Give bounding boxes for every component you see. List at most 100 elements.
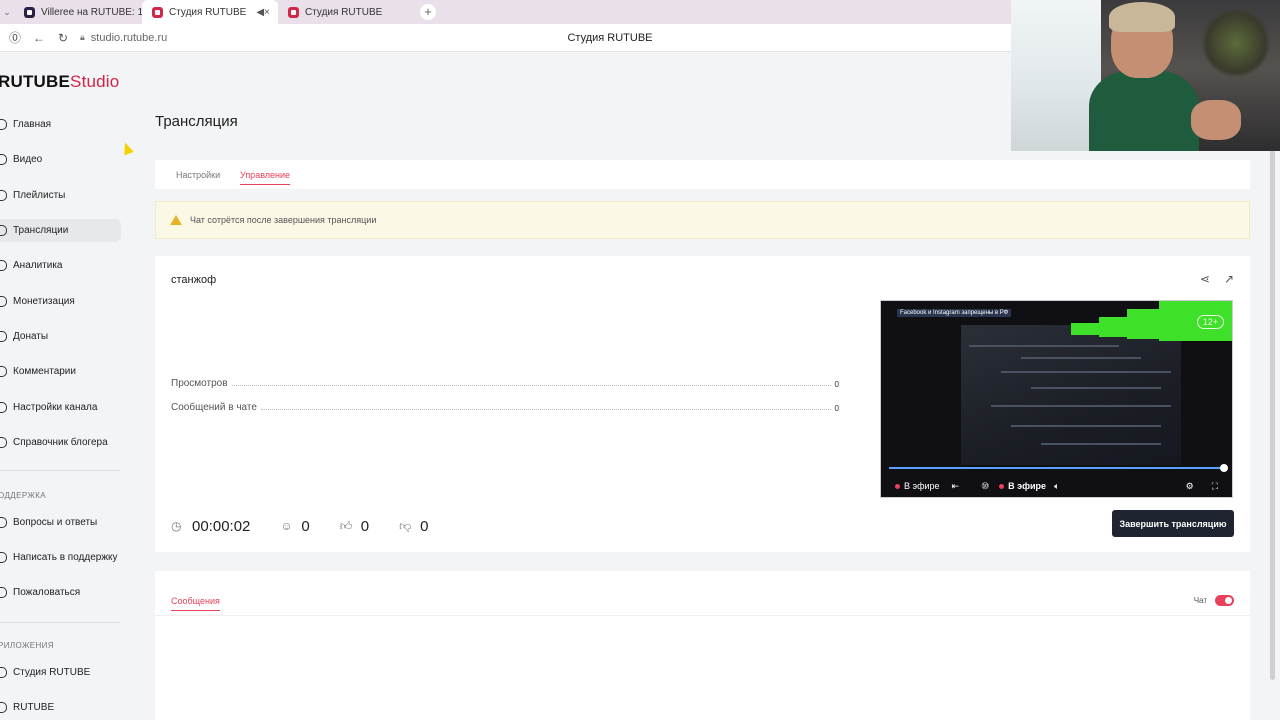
chat-warning-banner: Чат сотрётся после завершения трансляции — [155, 201, 1250, 239]
chat-toggle[interactable] — [1215, 595, 1234, 606]
open-external-icon[interactable]: ↗ — [1224, 272, 1234, 286]
metric-dislikes: 👎︎ 0 — [399, 518, 428, 535]
sidebar-item-app-rutube[interactable]: RUTUBE — [0, 696, 121, 719]
sidebar-item-video[interactable]: Видео — [0, 148, 121, 171]
browser-tab-3[interactable]: Студия RUTUBE — [278, 0, 414, 24]
broadcast-tabs: Настройки Управление — [155, 160, 1250, 189]
sidebar-item-channel-settings[interactable]: Настройки канала — [0, 396, 121, 419]
sidebar-item-label: Монетизация — [13, 296, 75, 307]
sidebar-divider — [0, 622, 120, 623]
browser-tab-3-title: Студия RUTUBE — [305, 6, 383, 18]
tab-management[interactable]: Управление — [240, 170, 291, 185]
analytics-icon — [0, 260, 7, 271]
webcam-overlay — [1011, 0, 1280, 151]
end-broadcast-button[interactable]: Завершить трансляцию — [1112, 510, 1234, 537]
donation-icon — [0, 331, 7, 342]
clock-icon: ◷ — [171, 519, 182, 533]
browser-tab-2[interactable]: Студия RUTUBE ◀× — [142, 0, 278, 24]
duration-value: 00:00:02 — [192, 518, 251, 535]
player-screen-capture — [961, 325, 1181, 465]
sidebar-item-label: Написать в поддержку — [13, 552, 118, 563]
metric-viewers: ☺ 0 — [280, 518, 309, 535]
webcam-person-arm — [1191, 100, 1241, 140]
sidebar-item-app-studio[interactable]: Студия RUTUBE — [0, 661, 121, 684]
player-controls: В эфире ⇤ ⑩ В эфире 🔈︎ ⚙ ⛶ — [881, 477, 1232, 495]
stat-dots — [231, 385, 831, 386]
support-section-label: ОДДЕРЖКА — [0, 491, 47, 500]
volume-icon[interactable]: 🔈︎ — [1054, 481, 1059, 492]
rutube-app-icon — [0, 702, 7, 713]
player-live-label-inner: В эфире — [904, 481, 940, 491]
rutube-favicon-icon — [152, 6, 163, 18]
live-dot-icon — [999, 483, 1005, 489]
sidebar-item-label: Справочник блогера — [13, 437, 108, 448]
sidebar: RUTUBEStudio Главная Видео Плейлисты Тра… — [0, 52, 132, 720]
question-icon — [0, 517, 7, 528]
chat-toggle-label: Чат — [1193, 596, 1207, 605]
stat-dots — [260, 409, 831, 410]
likes-value: 0 — [360, 518, 370, 535]
stream-card: станжоф ⋖ ↗ Просмотров 0 Сообщений в чат… — [155, 256, 1250, 552]
tab-settings[interactable]: Настройки — [176, 170, 220, 180]
sidebar-item-playlists[interactable]: Плейлисты — [0, 184, 121, 207]
tab-list-chevron-icon[interactable]: ⌄ — [0, 7, 14, 18]
chat-toggle-row: Чат — [1194, 595, 1234, 606]
sidebar-item-write-support[interactable]: Написать в поддержку — [0, 546, 121, 569]
stat-value: 0 — [834, 404, 839, 413]
stat-views: Просмотров 0 — [171, 378, 839, 389]
webcam-person-hair — [1109, 2, 1175, 32]
age-rating-badge: 12+ — [1196, 315, 1224, 329]
webcam-window-light — [1011, 0, 1101, 151]
page-scrollbar[interactable] — [1268, 150, 1280, 720]
sidebar-item-report[interactable]: Пожаловаться — [0, 581, 121, 604]
browser-tab-1[interactable]: Villeree на RUTUBE: 14 ви — [14, 0, 142, 24]
money-icon — [0, 296, 7, 307]
sidebar-item-comments[interactable]: Комментарии — [0, 360, 121, 383]
messages-card: Сообщения Чат — [155, 571, 1250, 720]
fullscreen-icon[interactable]: ⛶ — [1212, 481, 1218, 492]
tab-messages[interactable]: Сообщения — [171, 596, 220, 611]
sidebar-item-label: Студия RUTUBE — [13, 667, 91, 678]
sidebar-item-label: Вопросы и ответы — [13, 517, 98, 528]
guide-icon — [0, 437, 7, 448]
green-screen-block — [1127, 309, 1159, 339]
metric-duration: ◷ 00:00:02 — [171, 518, 250, 535]
warning-icon — [170, 215, 182, 225]
page-title: Трансляция — [155, 113, 238, 130]
live-dot-icon — [895, 483, 900, 489]
stream-name: станжоф — [171, 274, 217, 286]
scrollbar-thumb[interactable] — [1270, 150, 1275, 680]
share-icon[interactable]: ⋖ — [1200, 272, 1210, 286]
player-progress-knob[interactable] — [1220, 464, 1228, 472]
new-tab-button[interactable]: + — [420, 4, 436, 20]
messages-divider — [155, 615, 1250, 616]
studio-app-icon — [0, 667, 7, 678]
sidebar-item-home[interactable]: Главная — [0, 113, 121, 136]
sidebar-item-label: Трансляции — [13, 225, 69, 236]
sidebar-item-label: Главная — [13, 119, 52, 130]
player-banner: Facebook и Instagram запрещены в РФ — [897, 309, 1012, 317]
rutube-studio-logo[interactable]: RUTUBEStudio — [0, 72, 119, 92]
logo-product: Studio — [70, 72, 120, 91]
dislikes-value: 0 — [420, 518, 429, 535]
sidebar-item-broadcasts[interactable]: Трансляции — [0, 219, 121, 242]
sidebar-item-faq[interactable]: Вопросы и ответы — [0, 511, 121, 534]
comment-icon — [0, 366, 7, 377]
sidebar-item-monetization[interactable]: Монетизация — [0, 290, 121, 313]
settings-icon — [0, 402, 7, 413]
sidebar-item-blogger-guide[interactable]: Справочник блогера — [0, 431, 121, 454]
sidebar-item-label: Пожаловаться — [13, 587, 81, 598]
stream-actions: ⋖ ↗ — [1200, 272, 1234, 286]
sidebar-divider — [0, 470, 120, 471]
player-progress-bar[interactable] — [889, 464, 1228, 472]
rewind-10-icon[interactable]: ⑩ — [981, 481, 989, 492]
sidebar-item-analytics[interactable]: Аналитика — [0, 254, 121, 277]
stat-value: 0 — [834, 380, 839, 389]
tab-mute-close-icon[interactable]: ◀× — [256, 7, 270, 18]
skip-back-icon[interactable]: ⇤ — [952, 481, 960, 492]
webcam-person-body — [1089, 70, 1199, 151]
viewers-value: 0 — [301, 518, 310, 535]
sidebar-item-donations[interactable]: Донаты — [0, 325, 121, 348]
settings-gear-icon[interactable]: ⚙ — [1186, 481, 1194, 492]
video-player[interactable]: Facebook и Instagram запрещены в РФ 12+ … — [880, 300, 1233, 498]
